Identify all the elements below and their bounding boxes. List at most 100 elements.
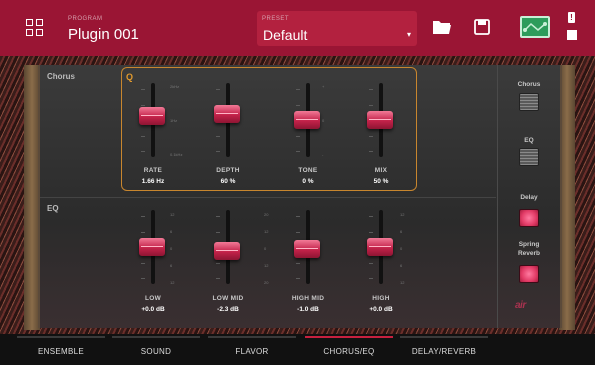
fader-thumb[interactable] <box>214 105 240 124</box>
tab-label: DELAY/REVERB <box>411 347 477 356</box>
tab-chorus-eq[interactable]: CHORUS/EQ <box>305 334 393 365</box>
folder-icon[interactable] <box>432 19 452 35</box>
fader-tick <box>296 104 300 106</box>
fader-thumb[interactable] <box>294 111 320 129</box>
fader-tick <box>369 231 373 233</box>
fader-tick <box>216 151 220 152</box>
eq-scale-mid-2: 12 <box>264 229 269 234</box>
tab-label: FLAVOR <box>235 347 269 356</box>
eq-scale-mid-1: 20 <box>264 212 269 217</box>
eq-low-mid-fader[interactable] <box>208 210 248 284</box>
eq-scale-mid-3: 0 <box>264 246 267 251</box>
eq-fader-label: HIGH MID <box>291 295 325 302</box>
eq-fader-value: +0.0 dB <box>369 306 393 313</box>
tab-sound[interactable]: SOUND <box>112 334 200 365</box>
eq-fader-label: LOW <box>144 295 162 302</box>
fader-tick <box>141 89 145 90</box>
fader-tick <box>369 151 373 152</box>
save-icon[interactable] <box>474 19 490 35</box>
fader-tick <box>141 151 145 152</box>
fader-tick <box>141 216 145 217</box>
chorus-fader-value: 60 % <box>220 178 236 185</box>
chorus-fader-label: TONE <box>298 167 318 174</box>
fader-thumb[interactable] <box>139 238 165 256</box>
preset-dropdown[interactable]: PRESET Default ▾ <box>257 11 417 46</box>
fader-tick <box>216 278 220 279</box>
effect-spring-reverb-toggle[interactable] <box>519 265 539 283</box>
chorus-fader-label: MIX <box>374 167 388 174</box>
fader-thumb[interactable] <box>139 106 165 125</box>
effect-eq-toggle[interactable] <box>519 148 539 166</box>
chorus-depth-fader[interactable] <box>208 83 248 157</box>
eq-section-title: EQ <box>47 204 59 213</box>
tab-ensemble[interactable]: ENSEMBLE <box>17 334 105 365</box>
chorus-mix-fader[interactable] <box>361 83 401 157</box>
tab-label: ENSEMBLE <box>38 347 84 356</box>
panel-divider <box>497 65 498 328</box>
eq-fader-label: LOW MID <box>212 295 244 302</box>
preset-label: PRESET <box>262 16 290 22</box>
fader-tick <box>216 89 220 90</box>
fader-tick <box>216 135 220 137</box>
fader-tick <box>369 278 373 279</box>
eq-fader-label: HIGH <box>372 295 390 302</box>
effect-delay-label: Delay <box>520 194 538 201</box>
fader-tick <box>296 216 300 217</box>
effect-chorus-toggle[interactable] <box>519 93 539 111</box>
chorus-section-title: Chorus <box>47 72 75 81</box>
section-divider <box>40 197 496 198</box>
chorus-rate-fader[interactable] <box>133 83 173 157</box>
fader-tick <box>369 262 373 264</box>
plugin-name: Plugin 001 <box>68 26 139 43</box>
fader-tick <box>141 104 145 106</box>
tab-flavor[interactable]: FLAVOR <box>208 334 296 365</box>
effect-chorus-label: Chorus <box>517 81 541 88</box>
tab-delay-reverb[interactable]: DELAY/REVERB <box>400 334 488 365</box>
program-label: PROGRAM <box>68 16 103 22</box>
chorus-fader-value: 50 % <box>373 178 389 185</box>
q-badge: Q <box>126 72 134 82</box>
header-bar: PROGRAM Plugin 001 PRESET Default ▾ ! <box>0 0 595 56</box>
fader-tick <box>141 231 145 233</box>
chorus-fader-value: 0 % <box>302 178 314 185</box>
fader-thumb[interactable] <box>367 111 393 129</box>
eq-high-mid-fader[interactable] <box>288 210 328 284</box>
routing-icon[interactable] <box>520 16 550 38</box>
fader-thumb[interactable] <box>294 240 320 259</box>
plugin-window: PROGRAM Plugin 001 PRESET Default ▾ ! Ch… <box>0 0 595 365</box>
preset-value: Default <box>263 27 308 43</box>
effect-delay-toggle[interactable] <box>519 209 539 227</box>
fader-thumb[interactable] <box>367 238 393 256</box>
fader-tick <box>141 278 145 279</box>
eq-low-fader[interactable] <box>133 210 173 284</box>
fader-tick <box>296 231 300 233</box>
tab-label: SOUND <box>140 347 172 356</box>
fader-tick <box>296 135 300 137</box>
fader-tick <box>369 89 373 90</box>
chorus-tone-fader[interactable] <box>288 83 328 157</box>
fader-thumb[interactable] <box>214 242 240 261</box>
effect-eq-label: EQ <box>524 137 534 144</box>
air-logo: air <box>515 300 526 311</box>
tab-bar: ENSEMBLE SOUND FLAVOR CHORUS/EQ DELAY/RE… <box>0 334 595 365</box>
warning-icon[interactable]: ! <box>568 12 575 23</box>
fader-tick <box>141 262 145 264</box>
eq-fader-value: +0.0 dB <box>141 306 165 313</box>
fader-tick <box>369 135 373 137</box>
eq-high-fader[interactable] <box>361 210 401 284</box>
chip-icon[interactable] <box>567 30 577 40</box>
fader-tick <box>369 104 373 106</box>
chorus-fader-value: 1.66 Hz <box>141 178 165 185</box>
fader-tick <box>296 89 300 90</box>
grid-icon[interactable] <box>26 19 44 37</box>
fader-tick <box>141 135 145 137</box>
chorus-fader-label: RATE <box>143 167 163 174</box>
eq-scale-mid-4: 12 <box>264 263 269 268</box>
fader-tick <box>216 262 220 264</box>
tab-label: CHORUS/EQ <box>323 347 375 356</box>
chevron-down-icon: ▾ <box>406 30 411 39</box>
effect-spring-reverb-label: Spring Reverb <box>517 241 541 257</box>
eq-fader-value: -1.0 dB <box>297 306 319 313</box>
fader-tick <box>216 231 220 233</box>
eq-scale-mid-5: 20 <box>264 280 269 285</box>
